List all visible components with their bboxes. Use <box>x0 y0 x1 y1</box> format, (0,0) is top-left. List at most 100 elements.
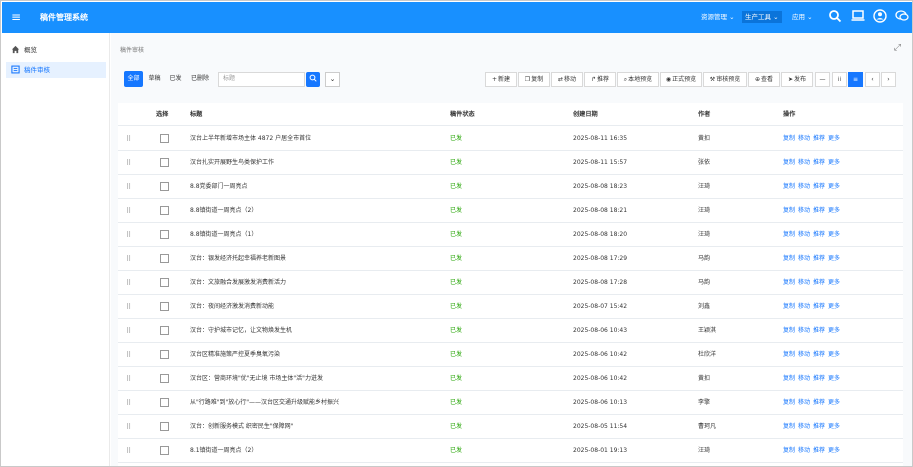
move-action[interactable]: 移动 <box>798 231 810 238</box>
grid-view-button[interactable]: ⁞⁞ <box>832 72 847 87</box>
view-button[interactable]: ⊕查看 <box>748 72 780 87</box>
move-action[interactable]: 移动 <box>798 399 810 406</box>
menu-production-tools[interactable]: 生产工具 ⌄ <box>742 11 782 23</box>
row-title[interactable]: 汉台：文旅融合发展激发消费新活力 <box>190 271 286 295</box>
table-row[interactable]: ⠿ 汉台：银发经济托起幸福养老新图景 已发 2025-08-08 17:29 马韵 复制移… <box>118 247 903 271</box>
move-action[interactable]: 移动 <box>798 327 810 334</box>
copy-action[interactable]: 复制 <box>783 423 795 430</box>
drag-handle-icon[interactable]: ⠿ <box>126 415 131 439</box>
drag-handle-icon[interactable]: ⠿ <box>126 343 131 367</box>
recommend-action[interactable]: 推荐 <box>813 375 825 382</box>
copy-action[interactable]: 复制 <box>783 351 795 358</box>
row-title[interactable]: 汉台：银发经济托起幸福养老新图景 <box>190 247 286 271</box>
move-button[interactable]: ⇄移动 <box>551 72 583 87</box>
table-row[interactable]: ⠿ 汉台区精准施策严控夏季臭氧污染 已发 2025-08-06 10:42 杜欣洋 复制移… <box>118 343 903 367</box>
move-action[interactable]: 移动 <box>798 447 810 454</box>
move-action[interactable]: 移动 <box>798 159 810 166</box>
row-checkbox[interactable] <box>160 278 169 287</box>
row-checkbox[interactable] <box>160 254 169 263</box>
row-title[interactable]: 汉台：守护城市记忆，让文物焕发生机 <box>190 319 292 343</box>
recommend-action[interactable]: 推荐 <box>813 447 825 454</box>
drag-handle-icon[interactable]: ⠿ <box>126 175 131 199</box>
drag-handle-icon[interactable]: ⠿ <box>126 391 131 415</box>
new-button[interactable]: +新建 <box>485 72 517 87</box>
row-checkbox[interactable] <box>160 422 169 431</box>
table-row[interactable]: ⠿ 汉台：守护城市记忆，让文物焕发生机 已发 2025-08-06 10:43 王颖淇 复… <box>118 319 903 343</box>
search-input[interactable]: 标题 <box>218 72 305 87</box>
drag-handle-icon[interactable]: ⠿ <box>126 271 131 295</box>
table-row[interactable]: ⠿ 8.1镇街道一周亮点（2） 已发 2025-08-01 19:13 汪琦 复制 移动 推荐… <box>118 439 903 463</box>
copy-action[interactable]: 复制 <box>783 327 795 334</box>
previous-page-button[interactable]: ‹ <box>865 72 880 87</box>
row-title[interactable]: 汉台区：营商环境"优"无止境 市场主体"活"力迸发 <box>190 367 323 391</box>
more-action[interactable]: 更多 <box>828 255 840 262</box>
table-row[interactable]: ⠿ 汉台：夜间经济激发消费新动能 已发 2025-08-07 15:42 刘鑫 复制 移动推… <box>118 295 903 319</box>
more-action[interactable]: 更多 <box>828 159 840 166</box>
move-action[interactable]: 移动 <box>798 279 810 286</box>
recommend-action[interactable]: 推荐 <box>813 399 825 406</box>
audit-preview-button[interactable]: ⚒审核预览 <box>703 72 747 87</box>
copy-action[interactable]: 复制 <box>783 279 795 286</box>
more-action[interactable]: 更多 <box>828 231 840 238</box>
copy-action[interactable]: 复制 <box>783 135 795 142</box>
more-action[interactable]: 更多 <box>828 423 840 430</box>
row-title[interactable]: 从"行路难"到"放心行"——汉台区交通升级赋能乡村振兴 <box>190 391 339 415</box>
row-checkbox[interactable] <box>160 446 169 455</box>
more-action[interactable]: 更多 <box>828 135 840 142</box>
move-action[interactable]: 移动 <box>798 135 810 142</box>
more-action[interactable]: 更多 <box>828 207 840 214</box>
table-row[interactable]: ⠿ 汉台扎实开展野生鸟类保护工作 已发 2025-08-11 15:57 张依 复制 移动推… <box>118 151 903 175</box>
move-action[interactable]: 移动 <box>798 423 810 430</box>
recommend-action[interactable]: 推荐 <box>813 207 825 214</box>
publish-button[interactable]: ➤发布 <box>781 72 813 87</box>
row-checkbox[interactable] <box>160 206 169 215</box>
table-row[interactable]: ⠿ 汉台上半年新增市场主体 4872 户居全市首位 已发 2025-08-11 16:… <box>118 127 903 151</box>
more-action[interactable]: 更多 <box>828 447 840 454</box>
row-title[interactable]: 8.8党委部门一周亮点 <box>190 175 248 199</box>
drag-handle-icon[interactable]: ⠿ <box>126 439 131 463</box>
recommend-action[interactable]: 推荐 <box>813 159 825 166</box>
local-preview-button[interactable]: ⌕本地预览 <box>617 72 659 87</box>
move-action[interactable]: 移动 <box>798 255 810 262</box>
recommend-action[interactable]: 推荐 <box>813 327 825 334</box>
copy-action[interactable]: 复制 <box>783 255 795 262</box>
more-action[interactable]: 更多 <box>828 327 840 334</box>
more-action[interactable]: 更多 <box>828 351 840 358</box>
move-action[interactable]: 移动 <box>798 351 810 358</box>
more-action[interactable]: 更多 <box>828 183 840 190</box>
row-checkbox[interactable] <box>160 182 169 191</box>
remove-button[interactable]: — <box>815 72 830 87</box>
move-action[interactable]: 移动 <box>798 207 810 214</box>
recommend-action[interactable]: 推荐 <box>813 351 825 358</box>
filter-published-button[interactable]: 已发 <box>167 71 184 87</box>
recommend-action[interactable]: 推荐 <box>813 303 825 310</box>
drag-handle-icon[interactable]: ⠿ <box>126 199 131 223</box>
recommend-action[interactable]: 推荐 <box>813 183 825 190</box>
formal-preview-button[interactable]: ◉正式预览 <box>660 72 702 87</box>
drag-handle-icon[interactable]: ⠿ <box>126 295 131 319</box>
copy-action[interactable]: 复制 <box>783 207 795 214</box>
row-title[interactable]: 汉台扎实开展野生鸟类保护工作 <box>190 151 274 175</box>
more-action[interactable]: 更多 <box>828 399 840 406</box>
more-action[interactable]: 更多 <box>828 303 840 310</box>
row-title[interactable]: 8.8镇街道一周亮点（1） <box>190 223 257 247</box>
sidebar-item-manuscript-review[interactable]: 稿件审核 <box>6 62 106 78</box>
row-title[interactable]: 8.1镇街道一周亮点（2） <box>190 439 257 463</box>
fullscreen-expand-icon[interactable]: ⤢ <box>894 43 901 53</box>
table-row[interactable]: ⠿ 8.8镇街道一周亮点（2） 已发 2025-08-08 18:21 汪琦 复制 移动 推荐… <box>118 199 903 223</box>
drag-handle-icon[interactable]: ⠿ <box>126 223 131 247</box>
copy-action[interactable]: 复制 <box>783 159 795 166</box>
row-checkbox[interactable] <box>160 350 169 359</box>
table-row[interactable]: ⠿ 8.8镇街道一周亮点（1） 已发 2025-08-08 18:20 汪琦 复制 移动 推荐… <box>118 223 903 247</box>
move-action[interactable]: 移动 <box>798 183 810 190</box>
recommend-action[interactable]: 推荐 <box>813 423 825 430</box>
menu-apps[interactable]: 应用 ⌄ <box>789 11 816 23</box>
drag-handle-icon[interactable]: ⠿ <box>126 151 131 175</box>
row-checkbox[interactable] <box>160 374 169 383</box>
copy-action[interactable]: 复制 <box>783 303 795 310</box>
recommend-action[interactable]: 推荐 <box>813 231 825 238</box>
list-view-button[interactable]: ≡ <box>848 72 863 87</box>
row-title[interactable]: 8.8镇街道一周亮点（2） <box>190 199 257 223</box>
table-row[interactable]: ⠿ 汉台区：营商环境"优"无止境 市场主体"活"力迸发 已发 2025-08-06 1… <box>118 367 903 391</box>
copy-action[interactable]: 复制 <box>783 183 795 190</box>
